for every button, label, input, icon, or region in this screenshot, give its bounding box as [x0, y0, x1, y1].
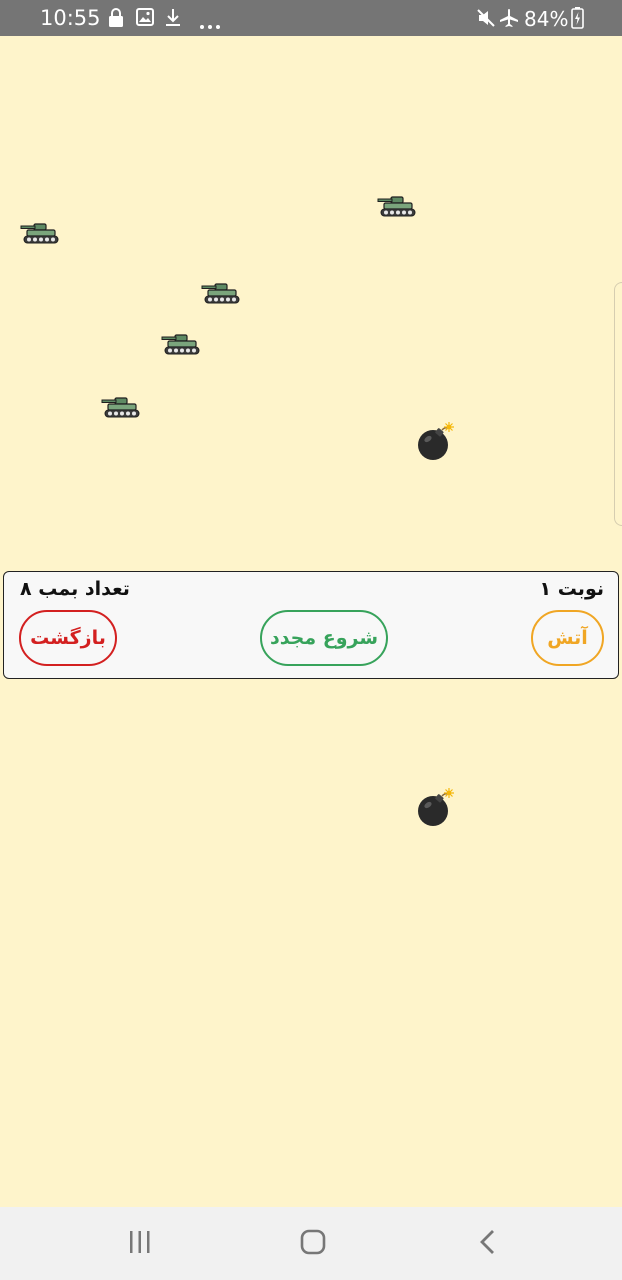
restart-button[interactable]: شروع مجدد — [260, 610, 388, 666]
tank-icon — [101, 395, 141, 419]
lock-icon — [108, 8, 124, 32]
bomb-icon — [416, 422, 456, 462]
back-arrow-icon[interactable] — [478, 1229, 498, 1261]
status-time: 10:55 — [40, 6, 101, 30]
download-icon — [165, 8, 181, 32]
tank-icon — [201, 281, 241, 305]
airplane-mode-icon — [499, 8, 519, 32]
tank-icon — [377, 194, 417, 218]
tank-icon — [161, 332, 201, 356]
navigation-bar — [0, 1207, 622, 1280]
recent-apps-icon[interactable] — [127, 1229, 153, 1259]
home-icon[interactable] — [300, 1229, 328, 1261]
control-panel: نوبت ۱ تعداد بمب ۸ بازگشت شروع مجدد آتش — [3, 571, 619, 679]
more-dots-icon — [199, 15, 221, 34]
tank-icon — [20, 221, 60, 245]
edge-panel-handle[interactable] — [614, 282, 622, 526]
bomb-icon — [416, 788, 456, 828]
mute-icon — [476, 8, 496, 32]
status-bar: 10:55 84% — [0, 0, 622, 36]
bomb-count-label: تعداد بمب ۸ — [20, 578, 130, 600]
fire-button[interactable]: آتش — [531, 610, 604, 666]
turn-label: نوبت ۱ — [539, 578, 604, 600]
battery-percentage: 84% — [524, 7, 569, 31]
battery-charging-icon — [571, 7, 584, 33]
back-button[interactable]: بازگشت — [19, 610, 117, 666]
image-icon — [136, 8, 154, 30]
